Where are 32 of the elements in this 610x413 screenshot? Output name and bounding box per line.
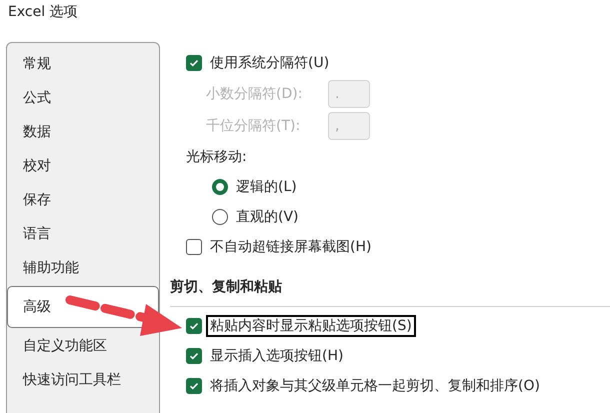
radio-button[interactable]: [212, 209, 228, 225]
checkbox-label: 粘贴内容时显示粘贴选项按钮(S): [206, 315, 416, 337]
checkbox[interactable]: [186, 318, 202, 334]
checkbox[interactable]: [186, 239, 202, 255]
checkbox[interactable]: [186, 348, 202, 364]
sidebar-item[interactable]: 语言: [7, 217, 159, 251]
checkmark-icon: [189, 351, 199, 361]
checkbox[interactable]: [186, 378, 202, 394]
sidebar-item[interactable]: 快速访问工具栏: [7, 363, 159, 397]
checkmark-icon: [189, 321, 199, 331]
checkbox-label: 不自动超链接屏幕截图(H): [209, 238, 372, 257]
radio-label: 逻辑的(L): [235, 178, 298, 197]
group-label: 光标移动:: [185, 148, 248, 167]
radio-button[interactable]: [212, 179, 228, 195]
section-heading: 剪切、复制和粘贴: [170, 278, 283, 296]
field-label: 千位分隔符(T):: [205, 117, 302, 136]
sidebar-item[interactable]: 校对: [7, 149, 159, 183]
field-label: 小数分隔符(D):: [205, 85, 304, 104]
sidebar-item[interactable]: 辅助功能: [7, 251, 159, 285]
checkbox-label: 使用系统分隔符(U): [209, 54, 330, 73]
sidebar-item[interactable]: 保存: [7, 183, 159, 217]
sidebar-item[interactable]: 数据: [7, 115, 159, 149]
checkmark-icon: [189, 58, 199, 68]
checkbox-label: 显示插入选项按钮(H): [209, 347, 344, 366]
checkbox[interactable]: [186, 55, 202, 71]
checkmark-icon: [189, 381, 199, 391]
checkbox-label: 将插入对象与其父级单元格一起剪切、复制和排序(O): [209, 377, 541, 396]
window-title: Excel 选项: [8, 3, 78, 21]
sidebar-item[interactable]: 自定义功能区: [7, 329, 159, 363]
radio-label: 直观的(V): [235, 208, 300, 227]
sidebar-item[interactable]: 公式: [7, 81, 159, 115]
sidebar-item[interactable]: 常规: [7, 47, 159, 81]
